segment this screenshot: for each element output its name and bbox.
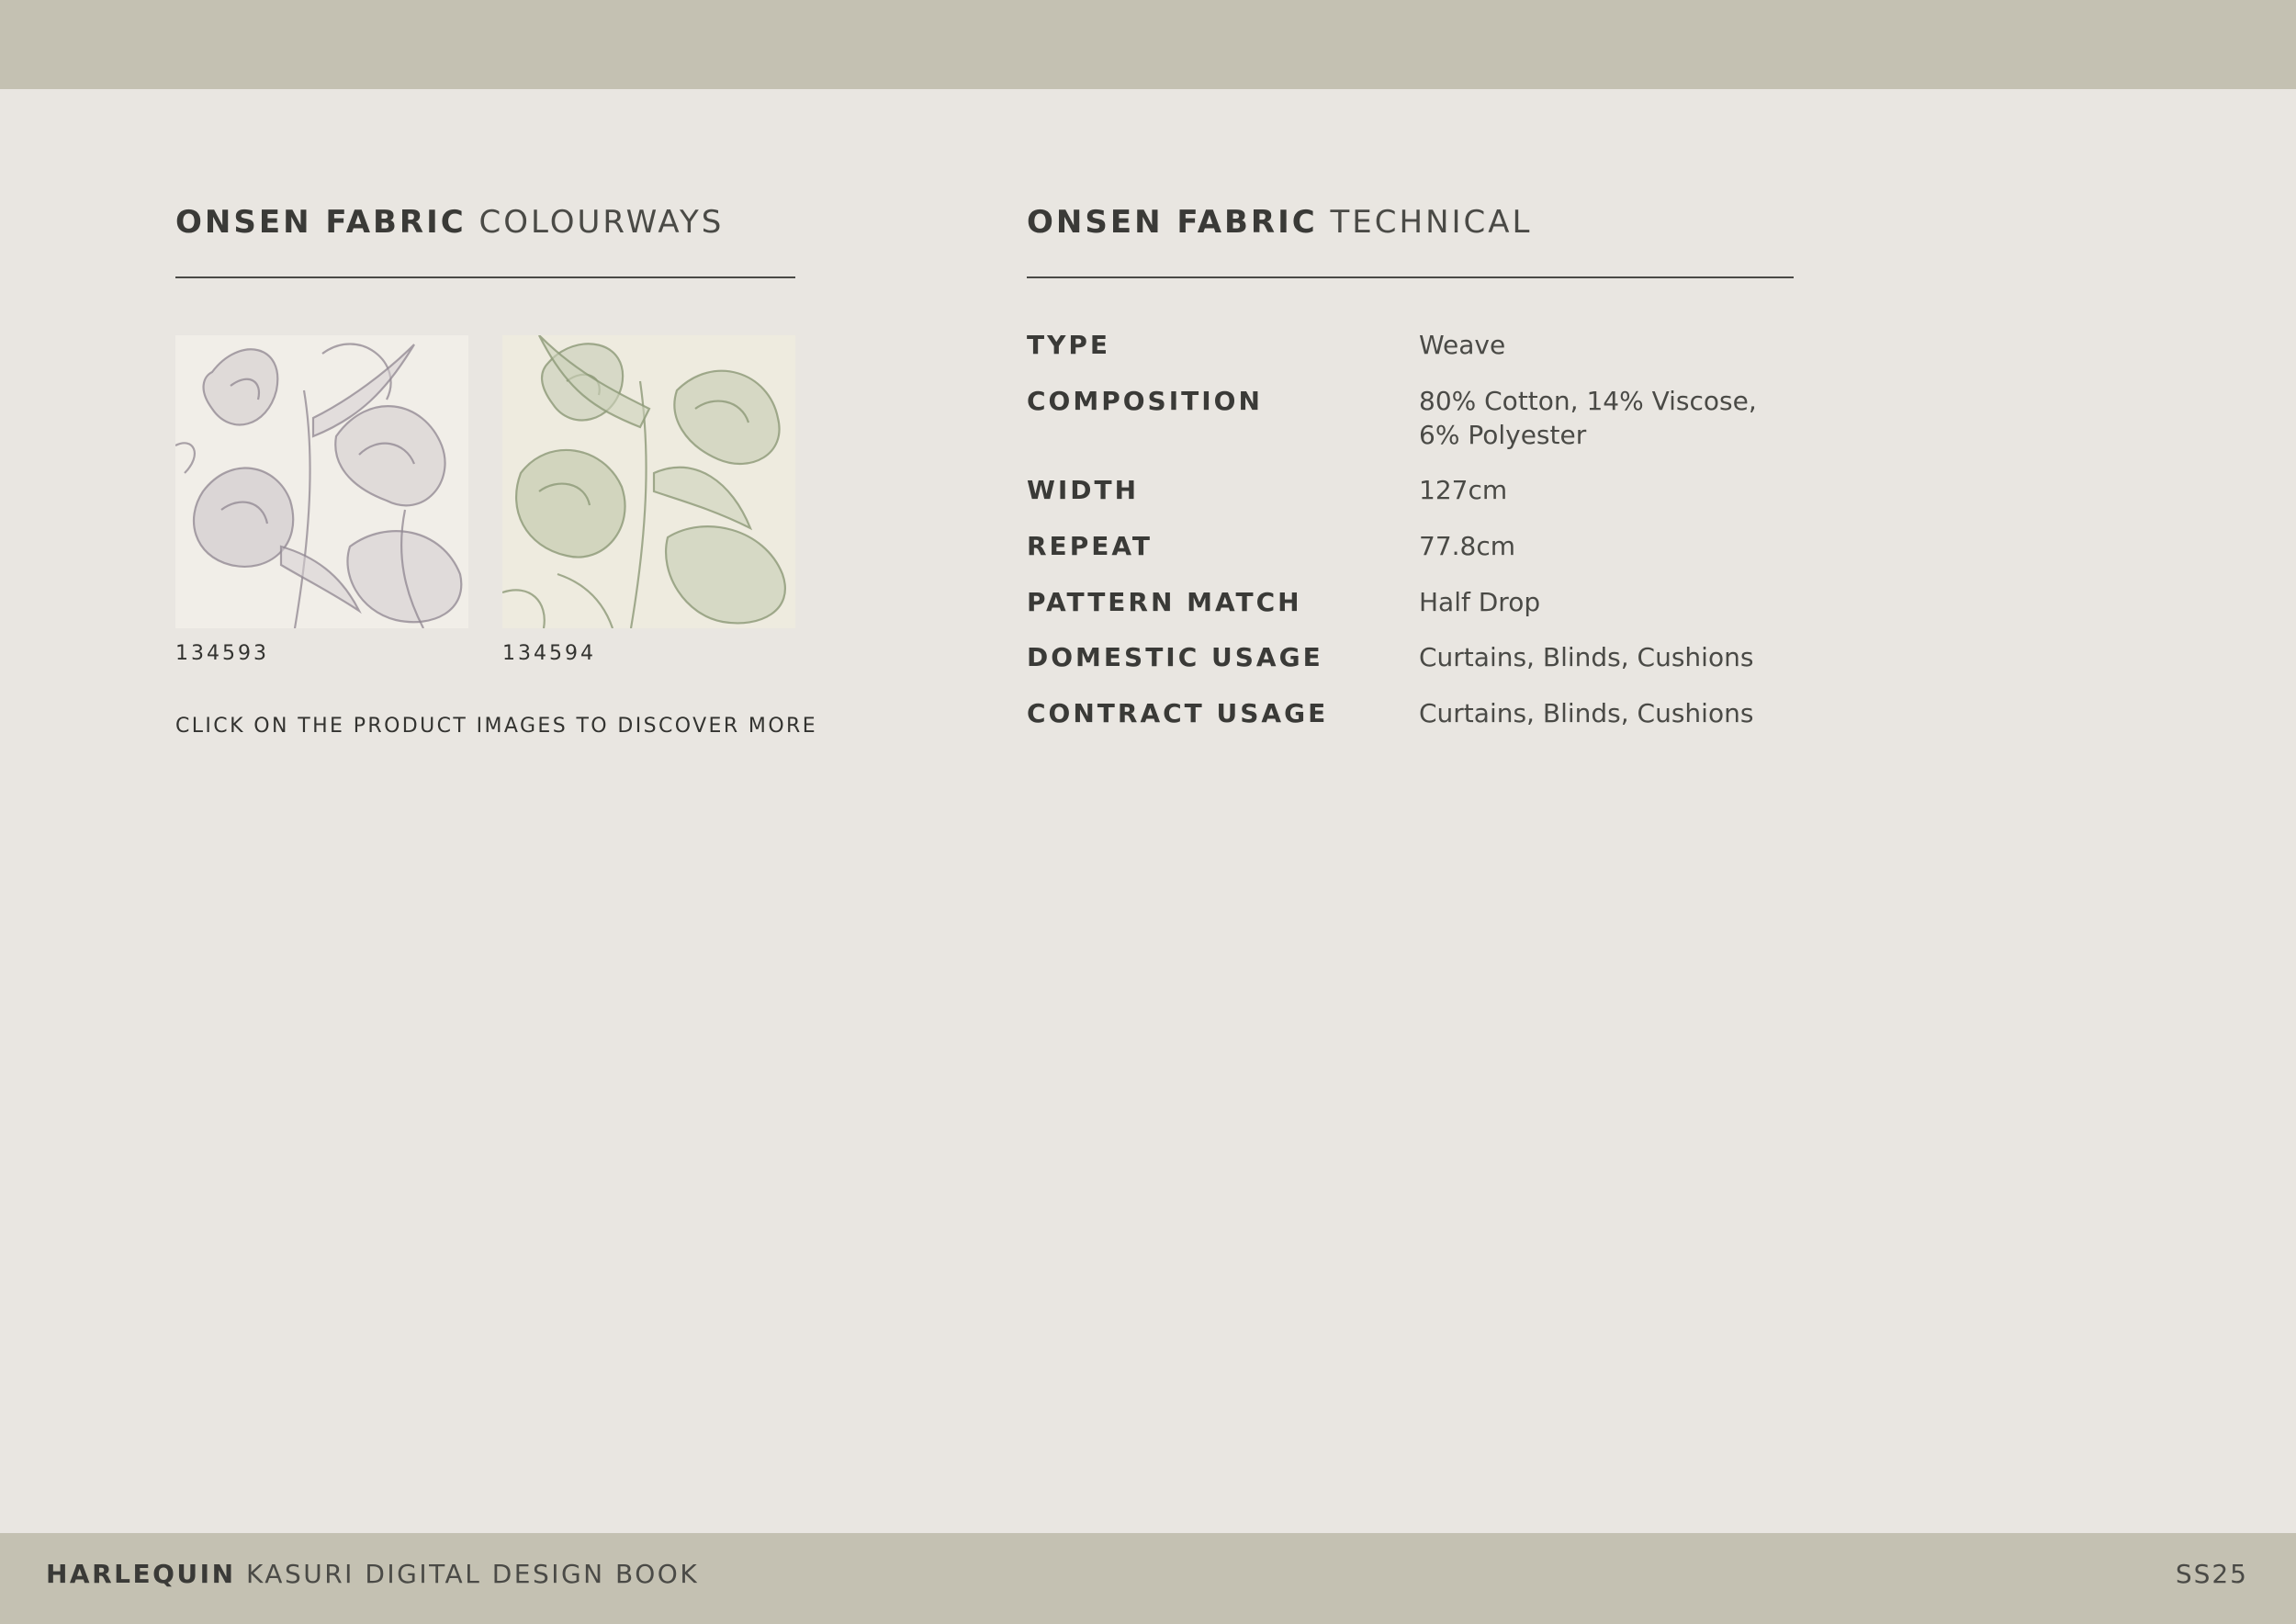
technical-title-strong: ONSEN FABRIC bbox=[1027, 204, 1318, 241]
spec-label-domestic-usage: DOMESTIC USAGE bbox=[1027, 642, 1323, 672]
spec-value-type: Weave bbox=[1419, 330, 1506, 360]
brand-name: HARLEQUIN bbox=[46, 1559, 236, 1589]
colourways-title-strong: ONSEN FABRIC bbox=[175, 204, 467, 241]
discover-more-text: CLICK ON THE PRODUCT IMAGES TO DISCOVER … bbox=[175, 715, 818, 738]
spec-value-composition-line1: 80% Cotton, 14% Viscose, bbox=[1419, 386, 1757, 416]
spec-label-contract-usage: CONTRACT USAGE bbox=[1027, 698, 1329, 728]
season-label: SS25 bbox=[2175, 1559, 2248, 1589]
swatch-code: 134594 bbox=[502, 642, 596, 665]
spec-label-width: WIDTH bbox=[1027, 475, 1140, 505]
header-band bbox=[0, 0, 2296, 89]
technical-title-light: TECHNICAL bbox=[1330, 204, 1533, 241]
spec-label-pattern-match: PATTERN MATCH bbox=[1027, 587, 1302, 617]
spec-value-width: 127cm bbox=[1419, 475, 1508, 505]
spec-value-composition: 80% Cotton, 14% Viscose, 6% Polyester bbox=[1419, 384, 1805, 452]
spec-value-contract-usage: Curtains, Blinds, Cushions bbox=[1419, 698, 1754, 728]
floral-swatch-image bbox=[175, 335, 468, 628]
technical-divider bbox=[1027, 276, 1794, 278]
swatch-134594[interactable] bbox=[502, 335, 795, 628]
spec-value-repeat: 77.8cm bbox=[1419, 531, 1516, 561]
spec-value-domestic-usage: Curtains, Blinds, Cushions bbox=[1419, 642, 1754, 672]
spec-value-composition-line2: 6% Polyester bbox=[1419, 420, 1587, 450]
swatch-code: 134593 bbox=[175, 642, 269, 665]
spec-value-pattern-match: Half Drop bbox=[1419, 587, 1541, 617]
spec-label-type: TYPE bbox=[1027, 330, 1111, 360]
technical-title: ONSEN FABRIC TECHNICAL bbox=[1027, 204, 1532, 241]
book-title: KASURI DIGITAL DESIGN BOOK bbox=[245, 1559, 700, 1589]
spec-label-repeat: REPEAT bbox=[1027, 531, 1153, 561]
colourways-divider bbox=[175, 276, 795, 278]
spec-label-composition: COMPOSITION bbox=[1027, 386, 1263, 416]
colourways-title-light: COLOURWAYS bbox=[478, 204, 725, 241]
floral-swatch-image bbox=[502, 335, 795, 628]
swatch-134593[interactable] bbox=[175, 335, 468, 628]
footer-title: HARLEQUIN KASURI DIGITAL DESIGN BOOK bbox=[46, 1559, 699, 1590]
colourways-title: ONSEN FABRIC COLOURWAYS bbox=[175, 204, 724, 241]
